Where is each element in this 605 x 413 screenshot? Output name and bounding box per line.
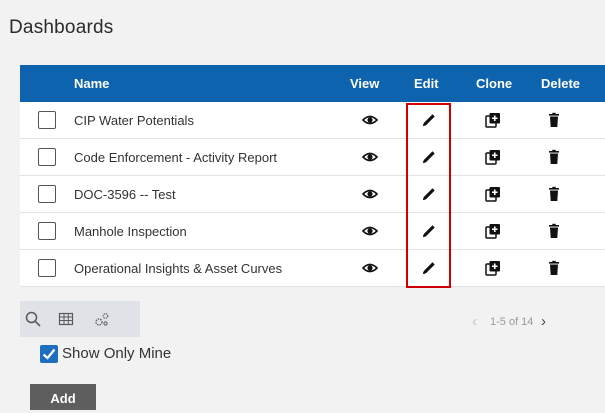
trash-icon[interactable] <box>546 112 562 128</box>
eye-icon[interactable] <box>362 112 378 128</box>
row-checkbox[interactable] <box>38 185 56 203</box>
trash-icon[interactable] <box>546 260 562 276</box>
pencil-icon[interactable] <box>421 223 437 239</box>
clone-column-header: Clone <box>476 76 513 91</box>
name-column-header[interactable]: Name <box>74 76 109 91</box>
table-header: Name View Edit Clone Delete <box>20 65 605 102</box>
table-icon[interactable] <box>58 311 74 327</box>
table-body: CIP Water Potentials Code Enforcement - A… <box>20 102 605 287</box>
table-row: CIP Water Potentials <box>20 102 605 139</box>
row-checkbox[interactable] <box>38 222 56 240</box>
trash-icon[interactable] <box>546 223 562 239</box>
checkmark-icon <box>42 348 56 360</box>
table-row: Code Enforcement - Activity Report <box>20 139 605 176</box>
dashboard-name[interactable]: Code Enforcement - Activity Report <box>74 150 277 165</box>
row-checkbox[interactable] <box>38 111 56 129</box>
clone-icon[interactable] <box>485 260 501 276</box>
table-row: DOC-3596 -- Test <box>20 176 605 213</box>
page-title: Dashboards <box>9 17 114 38</box>
edit-column-header: Edit <box>414 76 439 91</box>
prev-page-icon[interactable]: ‹ <box>472 313 477 330</box>
add-button[interactable]: Add <box>30 384 96 410</box>
pencil-icon[interactable] <box>421 260 437 276</box>
row-checkbox[interactable] <box>38 259 56 277</box>
table-row: Manhole Inspection <box>20 213 605 250</box>
delete-column-header: Delete <box>541 76 581 91</box>
search-icon[interactable] <box>25 311 41 327</box>
clone-icon[interactable] <box>485 112 501 128</box>
eye-icon[interactable] <box>362 223 378 239</box>
clone-icon[interactable] <box>485 223 501 239</box>
dashboard-name[interactable]: Manhole Inspection <box>74 224 187 239</box>
next-page-icon[interactable]: › <box>541 313 546 330</box>
clone-icon[interactable] <box>485 186 501 202</box>
dashboard-name[interactable]: DOC-3596 -- Test <box>74 187 176 202</box>
dashboard-name[interactable]: Operational Insights & Asset Curves <box>74 261 282 276</box>
pencil-icon[interactable] <box>421 149 437 165</box>
view-column-header: View <box>350 76 380 91</box>
page-indicator: 1-5 of 14 <box>490 316 534 328</box>
grid-toolbar <box>20 301 140 337</box>
row-checkbox[interactable] <box>38 148 56 166</box>
table-row: Operational Insights & Asset Curves <box>20 250 605 287</box>
eye-icon[interactable] <box>362 186 378 202</box>
trash-icon[interactable] <box>546 186 562 202</box>
trash-icon[interactable] <box>546 149 562 165</box>
pencil-icon[interactable] <box>421 112 437 128</box>
eye-icon[interactable] <box>362 260 378 276</box>
pencil-icon[interactable] <box>421 186 437 202</box>
dashboard-name[interactable]: CIP Water Potentials <box>74 113 194 128</box>
show-only-mine-label: Show Only Mine <box>62 345 172 362</box>
eye-icon[interactable] <box>362 149 378 165</box>
settings-icon[interactable] <box>94 311 110 327</box>
dashboards-table: Name View Edit Clone Delete CIP Water Po… <box>20 65 605 288</box>
show-only-mine-checkbox[interactable] <box>40 345 58 363</box>
clone-icon[interactable] <box>485 149 501 165</box>
